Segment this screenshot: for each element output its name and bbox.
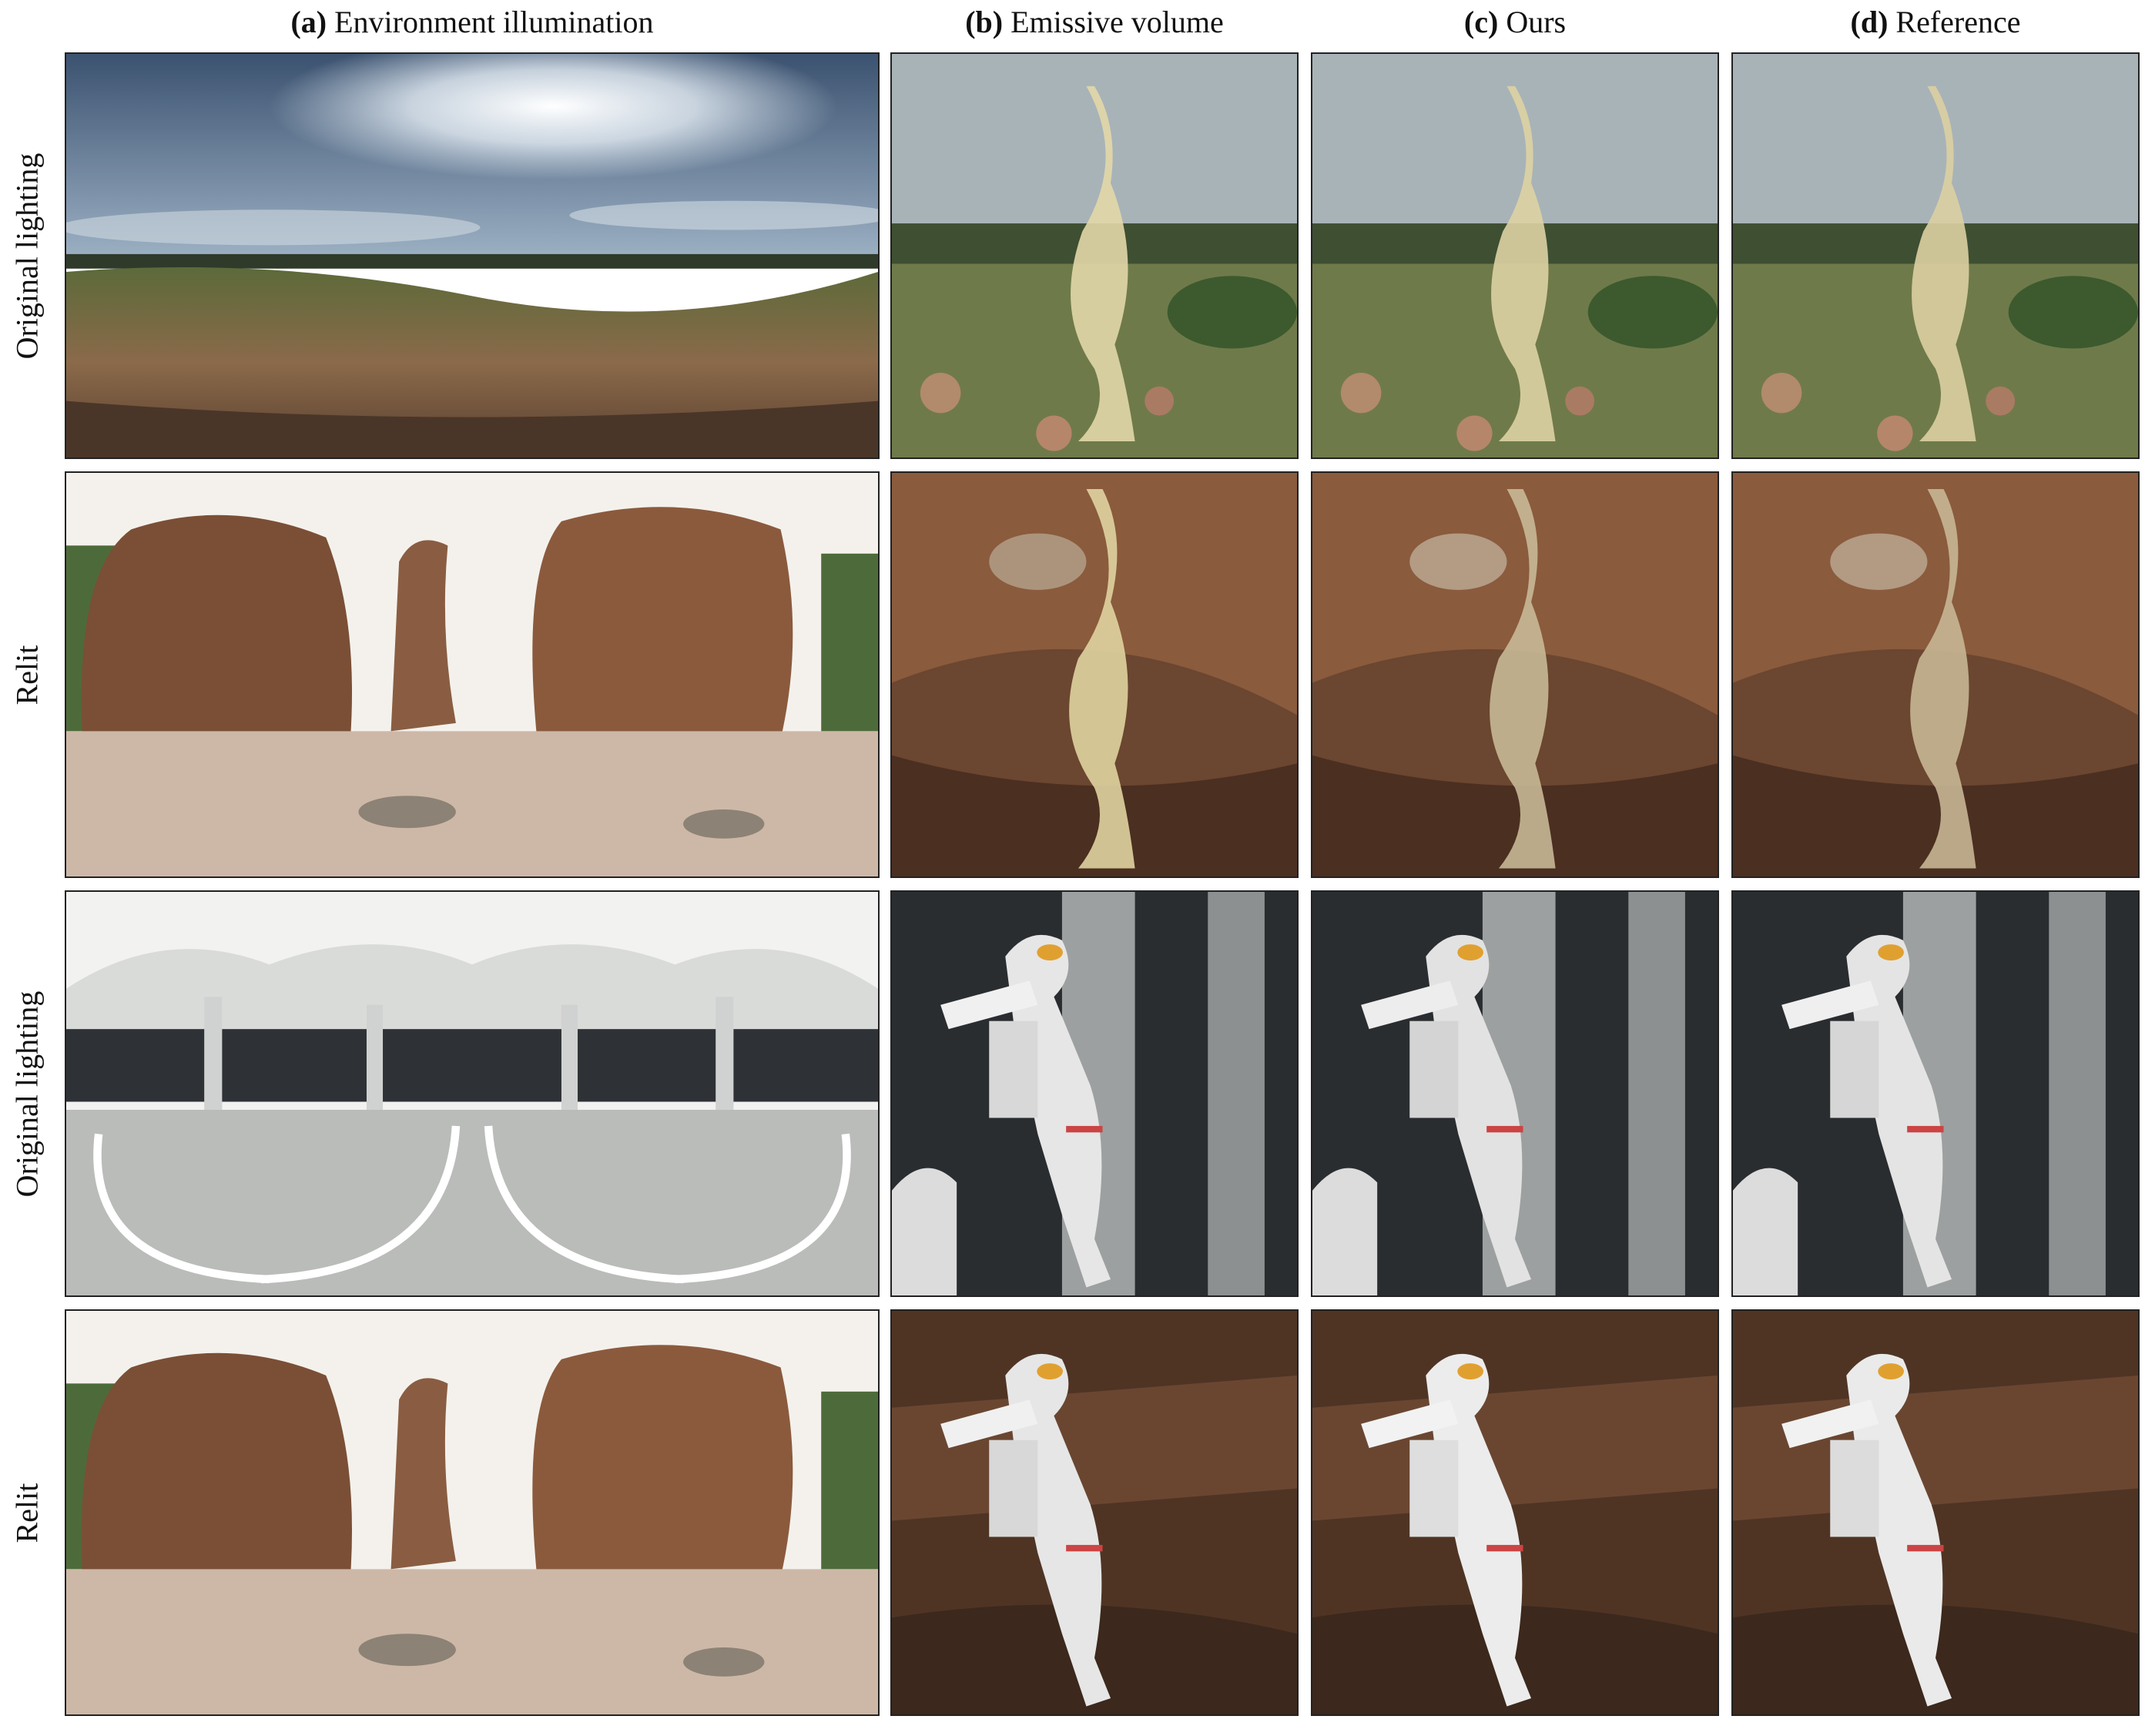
column-header-reference: (d) Reference: [1850, 5, 2021, 39]
row-label-3: Original lighting: [9, 990, 45, 1197]
row-label-4: Relit: [9, 1483, 45, 1543]
render-ours-4: [1311, 1309, 1719, 1716]
render-ours-3: [1311, 890, 1719, 1297]
column-header-environment: (a) Environment illumination: [290, 5, 654, 39]
render-reference-1: [1731, 52, 2140, 459]
render-ours-2: [1311, 471, 1719, 878]
row-label-2: Relit: [9, 645, 45, 705]
render-reference-4: [1731, 1309, 2140, 1716]
render-emissive-volume-3: [890, 890, 1299, 1297]
render-ours-1: [1311, 52, 1719, 459]
render-emissive-volume-4: [890, 1309, 1299, 1716]
env-map-garage: [65, 890, 880, 1297]
env-map-rocks-1: [65, 471, 880, 878]
render-emissive-volume-2: [890, 471, 1299, 878]
render-emissive-volume-1: [890, 52, 1299, 459]
column-header-emissive-volume: (b) Emissive volume: [965, 5, 1224, 39]
row-label-1: Original lighting: [9, 152, 45, 359]
env-map-hillside: [65, 52, 880, 459]
render-reference-3: [1731, 890, 2140, 1297]
env-map-rocks-2: [65, 1309, 880, 1716]
render-reference-2: [1731, 471, 2140, 878]
column-header-ours: (c) Ours: [1463, 5, 1567, 39]
